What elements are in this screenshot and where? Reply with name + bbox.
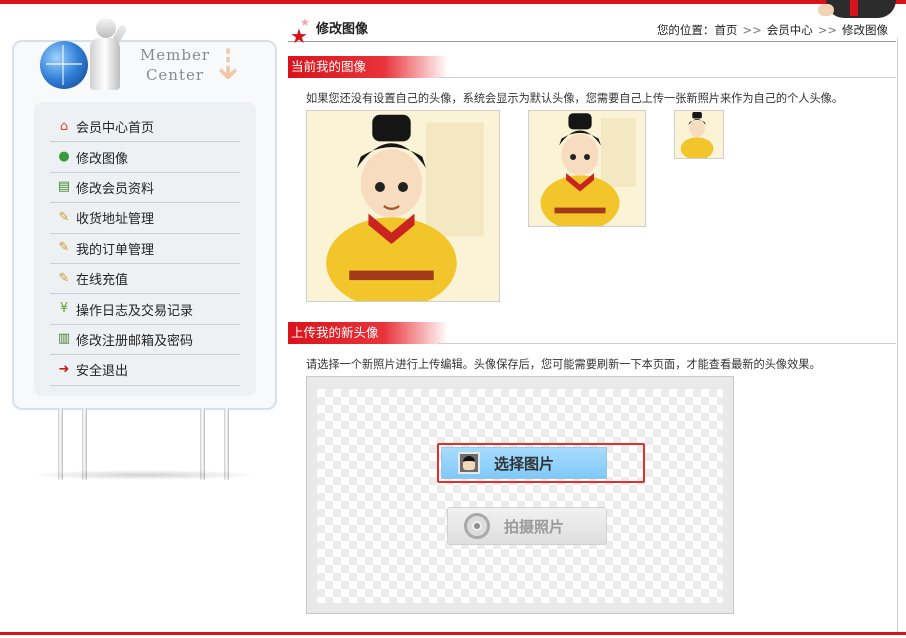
take-photo-button-label: 拍摄照片: [504, 517, 565, 536]
member-sidebar: Member Center ⇣ ⌂ 会员中心首页 ● 修改图像 ▤ 修改会员资料…: [10, 12, 280, 482]
edit-note-icon: ✎: [58, 240, 70, 256]
sidebar-item-recharge[interactable]: ✎ 在线充值: [50, 264, 240, 295]
sidebar-item-label: 修改会员资料: [76, 181, 155, 197]
cart-icon: ▤: [57, 179, 71, 195]
red-star-icon: ★: [290, 24, 308, 48]
book-icon: ▥: [57, 331, 71, 347]
sidebar-item-label: 我的订单管理: [76, 242, 155, 258]
avatar-medium-image: [529, 111, 645, 226]
upload-section-header: 上传我的新头像: [288, 322, 896, 344]
sidebar-item-logout[interactable]: ➜ 安全退出: [50, 355, 240, 386]
breadcrumb-prefix: 您的位置：: [656, 23, 715, 37]
member-center-header: Member Center ⇣: [10, 12, 280, 94]
select-image-button-label: 选择图片: [494, 454, 555, 473]
take-photo-button[interactable]: 拍摄照片: [447, 507, 607, 545]
upload-section-title: 上传我的新头像: [288, 322, 448, 344]
sidebar-item-orders[interactable]: ✎ 我的订单管理: [50, 234, 240, 264]
avatar-small-image: [675, 111, 723, 158]
select-image-button[interactable]: 选择图片: [441, 447, 607, 479]
sidebar-item-label: 操作日志及交易记录: [76, 303, 194, 319]
signpost-leg: [58, 408, 63, 480]
sidebar-item-edit-avatar[interactable]: ● 修改图像: [50, 142, 240, 173]
signpost-leg: [82, 408, 87, 480]
current-avatar-section-title: 当前我的图像: [288, 56, 448, 78]
money-icon: ¥: [59, 301, 69, 317]
breadcrumb-separator: >>: [742, 23, 762, 37]
sidebar-item-logs[interactable]: ¥ 操作日志及交易记录: [50, 294, 240, 325]
top-accent-bar: [0, 0, 906, 4]
sidebar-item-edit-profile[interactable]: ▤ 修改会员资料: [50, 173, 240, 204]
page-title: 修改图像: [316, 22, 369, 37]
user-icon: ●: [58, 149, 70, 165]
transparent-canvas: [317, 389, 723, 603]
edit-note-icon: ✎: [58, 270, 70, 286]
section-divider: [438, 77, 896, 78]
webcam-icon: [464, 513, 490, 539]
down-arrow-icon: ⇣: [210, 40, 246, 89]
avatar-large: [306, 110, 500, 302]
sidebar-item-address[interactable]: ✎ 收货地址管理: [50, 203, 240, 234]
breadcrumb-member-center[interactable]: 会员中心: [767, 23, 813, 37]
upload-description: 请选择一个新照片进行上传编辑。头像保存后，您可能需要刷新一下本页面，才能查看最新…: [306, 358, 821, 371]
sidebar-item-label: 在线充值: [76, 273, 129, 289]
sidebar-item-label: 收货地址管理: [76, 212, 155, 228]
bottom-accent-bar: [0, 632, 906, 635]
avatar-upload-area: 选择图片 拍摄照片: [306, 376, 734, 614]
sidebar-item-label: 修改注册邮箱及密码: [76, 333, 194, 349]
avatar-small: [674, 110, 724, 159]
signpost-shadow: [28, 470, 260, 480]
current-avatar-description: 如果您还没有设置自己的头像，系统会显示为默认头像，您需要自己上传一张新照片来作为…: [306, 92, 844, 105]
breadcrumb: 您的位置：首页 >> 会员中心 >> 修改图像: [657, 22, 888, 38]
photo-icon: [458, 452, 480, 474]
home-icon: ⌂: [59, 118, 69, 134]
edit-note-icon: ✎: [58, 209, 70, 225]
sidebar-item-email-password[interactable]: ▥ 修改注册邮箱及密码: [50, 325, 240, 356]
avatar-medium: [528, 110, 646, 227]
exit-icon: ➜: [58, 361, 70, 377]
sidebar-item-label: 会员中心首页: [76, 121, 155, 137]
signpost-leg: [200, 408, 205, 480]
breadcrumb-separator: >>: [817, 23, 837, 37]
corner-mascot-image: [812, 0, 896, 22]
sidebar-item-label: 安全退出: [76, 364, 129, 380]
section-divider: [438, 343, 896, 344]
sidebar-menu: ⌂ 会员中心首页 ● 修改图像 ▤ 修改会员资料 ✎ 收货地址管理 ✎ 我的订单…: [50, 112, 240, 386]
select-button-highlight: 选择图片: [437, 443, 645, 483]
current-avatar-section-header: 当前我的图像: [288, 56, 896, 78]
mascot-figure-icon: [80, 16, 128, 92]
breadcrumb-home[interactable]: 首页: [714, 23, 737, 37]
main-content: ★ ★ 修改图像 您的位置：首页 >> 会员中心 >> 修改图像 当前我的图像 如果您还…: [288, 0, 896, 626]
sidebar-item-label: 修改图像: [76, 151, 129, 167]
breadcrumb-current: 修改图像: [842, 23, 888, 37]
sidebar-item-member-home[interactable]: ⌂ 会员中心首页: [50, 112, 240, 143]
page-header: ★ ★ 修改图像 您的位置：首页 >> 会员中心 >> 修改图像: [288, 12, 896, 46]
avatar-large-image: [307, 111, 499, 301]
signpost-leg: [224, 408, 229, 480]
right-border-line: [897, 38, 898, 632]
